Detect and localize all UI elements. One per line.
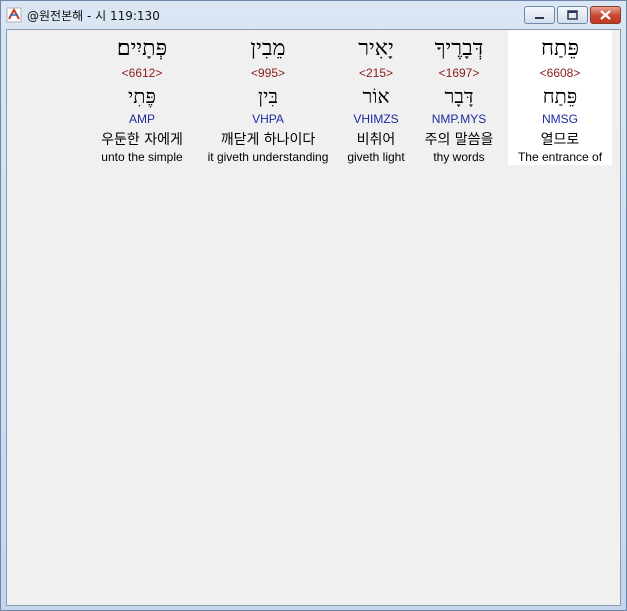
strong-number[interactable]: <995>	[200, 66, 336, 82]
word-column-1[interactable]: פֵּתַח <6608> פֵּתַח NMSG 열므로 The entran…	[508, 30, 612, 165]
hebrew-lemma[interactable]: פֵּתַח	[508, 82, 612, 112]
hebrew-lemma[interactable]: בִּין	[200, 82, 336, 112]
korean-gloss: 주의 말씀을	[424, 132, 494, 148]
hebrew-lemma[interactable]: פֶּתִי	[91, 82, 193, 112]
word-column-3[interactable]: יָאִיר <215> אוֹר VHIMZS 비취어 giveth ligh…	[340, 30, 412, 165]
strong-number[interactable]: <215>	[340, 66, 412, 82]
korean-gloss: 비취어	[356, 132, 396, 148]
hebrew-word[interactable]: פֵּתַח	[508, 30, 612, 66]
close-button[interactable]	[590, 6, 621, 24]
word-column-2[interactable]: דְּבָרֶיךָ <1697> דָּבָר NMP.MYS 주의 말씀을 …	[414, 30, 504, 165]
word-column-4[interactable]: מֵבִין <995> בִּין VHPA 깨닫게 하나이다 it give…	[200, 30, 336, 165]
english-gloss: unto the simple	[101, 150, 183, 164]
minimize-button[interactable]	[524, 6, 555, 24]
app-icon[interactable]	[6, 7, 22, 23]
hebrew-word[interactable]: פְּתָיִים׃	[91, 30, 193, 66]
morphology-code[interactable]: AMP	[91, 112, 193, 131]
window-title: @원전본해 - 시 119:130	[27, 9, 160, 23]
morphology-code[interactable]: VHIMZS	[340, 112, 412, 131]
morphology-code[interactable]: NMP.MYS	[414, 112, 504, 131]
strong-number[interactable]: <6608>	[508, 66, 612, 82]
word-grid: פֵּתַח <6608> פֵּתַח NMSG 열므로 The entran…	[6, 29, 621, 606]
hebrew-lemma[interactable]: אוֹר	[340, 82, 412, 112]
morphology-code[interactable]: NMSG	[508, 112, 612, 131]
strong-number[interactable]: <1697>	[414, 66, 504, 82]
english-gloss: giveth light	[347, 150, 405, 164]
english-gloss: thy words	[433, 150, 485, 164]
maximize-button[interactable]	[557, 6, 588, 24]
korean-gloss: 열므로	[540, 132, 580, 148]
minimize-icon	[535, 17, 544, 19]
close-icon	[600, 10, 611, 20]
word-column-5[interactable]: פְּתָיִים׃ <6612> פֶּתִי AMP 우둔한 자에게 unt…	[91, 30, 193, 165]
app-window: @원전본해 - 시 119:130 פֵּתַח <6608> פֵּתַח N…	[0, 0, 627, 611]
strong-number[interactable]: <6612>	[91, 66, 193, 82]
english-gloss: The entrance of	[517, 150, 603, 164]
korean-gloss: 깨닫게 하나이다	[220, 132, 316, 148]
title-bar[interactable]: @원전본해 - 시 119:130	[1, 1, 626, 29]
hebrew-lemma[interactable]: דָּבָר	[414, 82, 504, 112]
morphology-code[interactable]: VHPA	[200, 112, 336, 131]
english-gloss: it giveth understanding	[207, 150, 329, 164]
korean-gloss: 우둔한 자에게	[101, 132, 183, 148]
hebrew-word[interactable]: דְּבָרֶיךָ	[414, 30, 504, 66]
hebrew-word[interactable]: מֵבִין	[200, 30, 336, 66]
maximize-icon	[567, 10, 578, 20]
hebrew-word[interactable]: יָאִיר	[340, 30, 412, 66]
